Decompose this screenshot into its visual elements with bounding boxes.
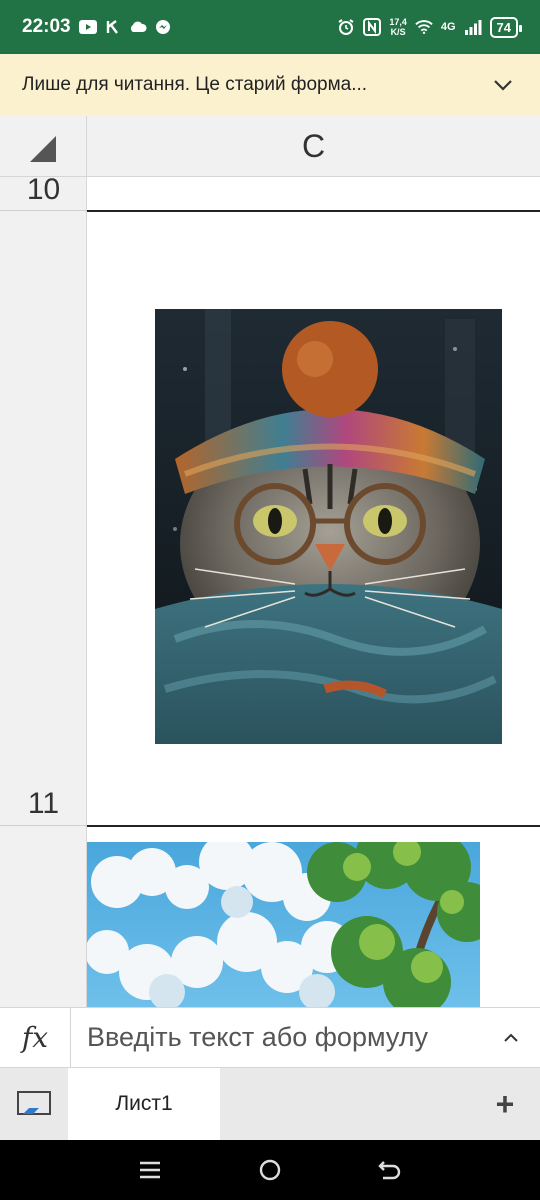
sheet-view-toggle-icon[interactable]	[0, 1068, 68, 1140]
back-icon[interactable]	[370, 1150, 410, 1190]
k-app-icon	[104, 18, 122, 36]
messenger-icon	[154, 18, 172, 36]
formula-input[interactable]	[71, 1008, 482, 1067]
chevron-down-icon[interactable]	[488, 70, 518, 100]
cell-border	[87, 210, 540, 212]
cloud-icon	[129, 18, 147, 36]
read-only-banner[interactable]: Лише для читання. Це старий форма...	[0, 54, 540, 116]
alarm-icon	[337, 18, 355, 36]
menu-icon[interactable]	[130, 1150, 170, 1190]
row-divider	[0, 210, 87, 211]
row-header-10[interactable]: 10	[0, 173, 87, 207]
wifi-icon	[415, 18, 433, 36]
tab-sheet1[interactable]: Лист1	[68, 1068, 220, 1140]
speed-value: 17,4	[389, 17, 407, 27]
system-nav-bar	[0, 1140, 540, 1200]
nfc-icon	[363, 18, 382, 36]
status-left-icons	[78, 18, 172, 36]
network-type: 4G	[440, 21, 456, 33]
status-bar: 22:03 17,4 K/S 4G 74	[0, 0, 540, 54]
select-all-corner[interactable]	[0, 116, 87, 177]
network-speed: 17,4 K/S	[389, 17, 407, 37]
row-divider	[0, 825, 87, 826]
cat-in-knit-hat-picture[interactable]	[155, 309, 502, 744]
home-icon[interactable]	[250, 1150, 290, 1190]
status-right: 17,4 K/S 4G 74	[337, 16, 523, 38]
fx-icon[interactable]: fx	[0, 1008, 71, 1067]
row-headers: 10 11	[0, 173, 87, 1007]
formula-bar: fx	[0, 1007, 540, 1068]
chevron-up-icon[interactable]	[482, 1008, 540, 1067]
sky-and-tree-picture[interactable]	[87, 842, 480, 1007]
status-time: 22:03	[22, 16, 71, 37]
add-sheet-button[interactable]: +	[470, 1068, 540, 1140]
speed-unit: K/S	[390, 27, 406, 37]
sheet-tabs-bar: Лист1 +	[0, 1068, 540, 1140]
row-header-11[interactable]: 11	[0, 787, 87, 821]
signal-icon	[464, 18, 482, 36]
youtube-icon	[78, 18, 97, 36]
banner-text: Лише для читання. Це старий форма...	[22, 74, 368, 95]
battery-indicator: 74	[489, 16, 523, 38]
select-all-triangle-icon	[30, 136, 56, 162]
column-header-c[interactable]: C	[87, 116, 540, 177]
cell-border	[87, 825, 540, 827]
